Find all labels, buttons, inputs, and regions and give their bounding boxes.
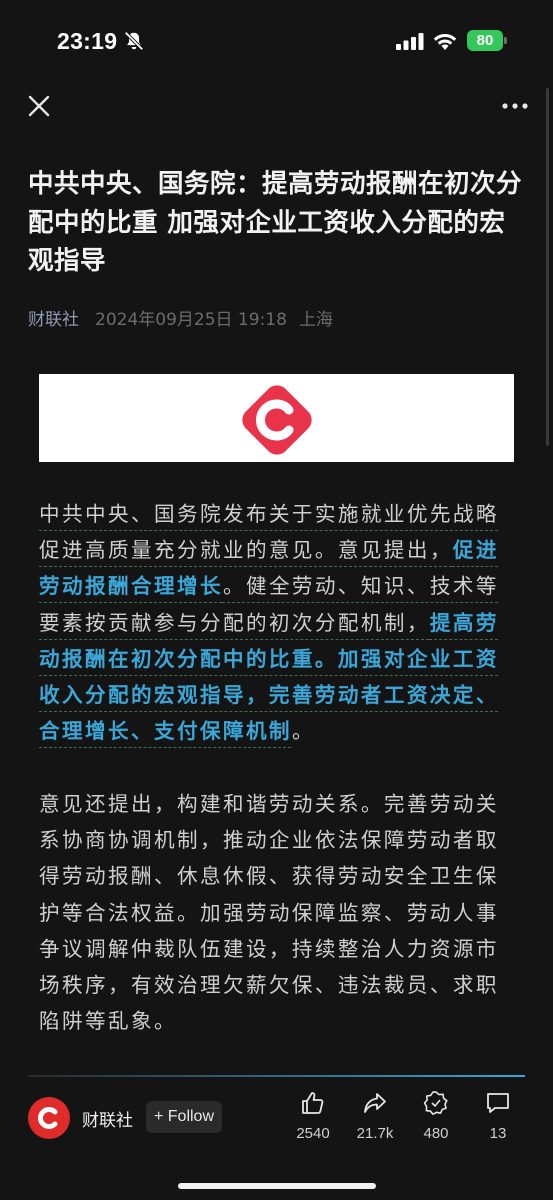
share-icon — [364, 1093, 386, 1113]
comment-count: 13 — [489, 1125, 507, 1142]
share-button[interactable]: 21.7k — [345, 1090, 405, 1150]
share-count: 21.7k — [356, 1125, 394, 1142]
paragraph-text: 中共中央、国务院发布关于实施就业优先战略促进高质量充分就业的意见。意见提出， — [39, 502, 499, 563]
cls-logo-icon — [242, 385, 312, 455]
signal-icon — [396, 33, 424, 50]
scrollbar[interactable] — [546, 88, 549, 446]
avatar[interactable] — [28, 1097, 70, 1139]
article-banner-image — [39, 374, 514, 462]
article-paragraph-1: 中共中央、国务院发布关于实施就业优先战略促进高质量充分就业的意见。意见提出，促进… — [39, 496, 515, 749]
article-source[interactable]: 财联社 — [28, 310, 79, 330]
paragraph-text: 。 — [291, 719, 315, 744]
thumbs-up-icon — [302, 1092, 324, 1114]
article-paragraph-2: 意见还提出，构建和谐劳动关系。完善劳动关系协商协调机制，推动企业依法保障劳动者取… — [39, 792, 499, 1034]
source-name[interactable]: 财联社 — [82, 1106, 133, 1131]
status-bar: 23:19 80 — [0, 0, 553, 84]
article-title: 中共中央、国务院：提高劳动报酬在初次分配中的比重 加强对企业工资收入分配的宏观指… — [28, 169, 523, 276]
follow-button[interactable]: + Follow — [146, 1101, 222, 1133]
like-count: 2540 — [296, 1125, 330, 1142]
article-location: 上海 — [298, 310, 333, 330]
badge-count: 480 — [423, 1125, 449, 1142]
close-icon[interactable] — [26, 93, 52, 119]
badge-button[interactable]: 480 — [406, 1090, 466, 1150]
comment-button[interactable]: 13 — [468, 1090, 528, 1150]
home-indicator[interactable] — [178, 1183, 376, 1189]
status-time: 23:19 — [57, 28, 118, 54]
cls-logo-icon — [38, 1107, 58, 1129]
bell-slash-icon — [124, 31, 144, 51]
article-date: 2024年09月25日 19:18 — [95, 310, 287, 330]
battery-icon: 80 — [467, 30, 507, 51]
badge-icon — [423, 1091, 448, 1115]
article-meta: 财联社 2024年09月25日 19:18 上海 — [28, 305, 333, 330]
comment-icon — [487, 1093, 509, 1113]
wifi-icon — [433, 33, 457, 50]
battery-level: 80 — [476, 32, 494, 49]
divider — [28, 1075, 525, 1077]
like-button[interactable]: 2540 — [283, 1090, 343, 1150]
more-icon[interactable] — [502, 101, 528, 111]
